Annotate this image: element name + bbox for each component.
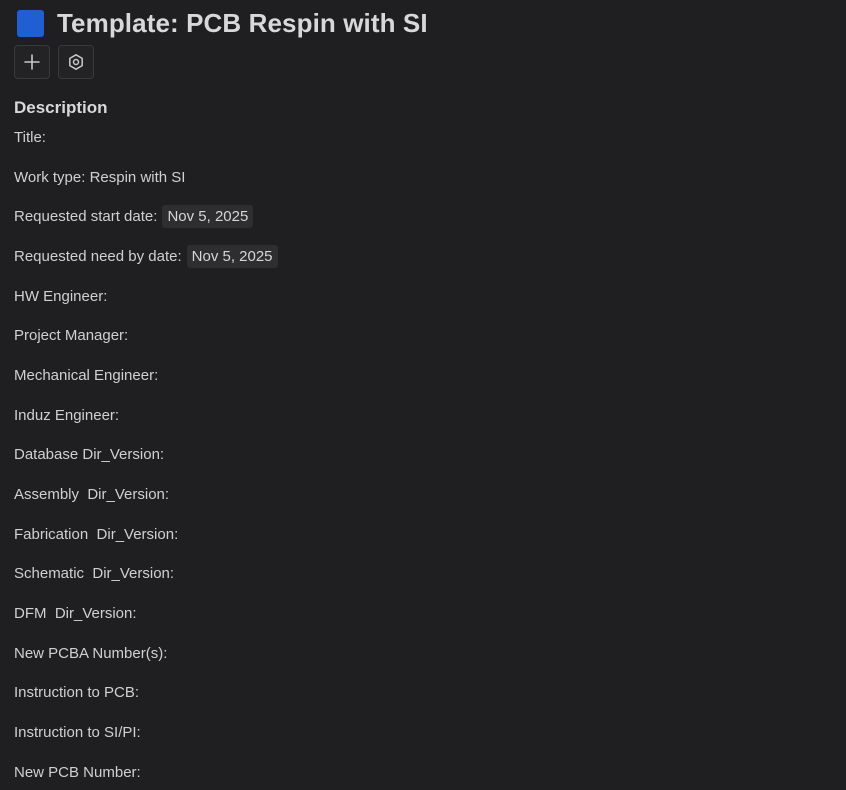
description-field-row: Assembly Dir_Version: (14, 485, 814, 525)
settings-button[interactable] (58, 45, 94, 79)
description-field-row: New PCB Number: (14, 763, 814, 790)
settings-icon (69, 54, 83, 70)
description-field-row: Database Dir_Version: (14, 445, 814, 485)
date-chip[interactable]: Nov 5, 2025 (162, 205, 254, 229)
description-field-row: Mechanical Engineer: (14, 366, 814, 406)
description-field-row: DFM Dir_Version: (14, 604, 814, 644)
description-field-row: Work type: Respin with SI (14, 168, 814, 208)
template-page: Template: PCB Respin with SI Description… (0, 0, 846, 790)
field-label: Work type: Respin with SI (14, 168, 186, 186)
description-field-row: Title: (14, 128, 814, 168)
description-field-row: Instruction to PCB: (14, 683, 814, 723)
issue-type-icon (17, 9, 44, 37)
description-field-row: New PCBA Number(s): (14, 644, 814, 684)
description-field-row: Fabrication Dir_Version: (14, 525, 814, 565)
description-field-row: Requested need by date: Nov 5, 2025 (14, 244, 814, 287)
description-body[interactable]: Title: Work type: Respin with SI Requested… (14, 128, 814, 790)
field-label: Assembly Dir_Version: (14, 485, 170, 503)
field-label: Database Dir_Version: (14, 446, 165, 464)
field-label: Mechanical Engineer: (14, 366, 159, 384)
field-label: Instruction to PCB: (14, 684, 140, 702)
field-label: Fabrication Dir_Version: (14, 525, 179, 543)
field-label: Requested start date: (14, 208, 158, 226)
field-label: New PCBA Number(s): (14, 644, 168, 662)
field-label: Requested need by date: (14, 247, 182, 265)
date-chip[interactable]: Nov 5, 2025 (186, 244, 278, 268)
plus-icon (24, 54, 40, 70)
field-label: New PCB Number: (14, 763, 141, 781)
field-label: Induz Engineer: (14, 406, 120, 424)
field-label: Project Manager: (14, 327, 129, 345)
field-label: Title: (14, 129, 46, 146)
description-field-row: Requested start date: Nov 5, 2025 (14, 205, 814, 247)
add-button[interactable] (14, 45, 50, 79)
page-title[interactable]: Template: PCB Respin with SI (57, 8, 428, 39)
field-label: HW Engineer: (14, 287, 108, 305)
description-field-row: Induz Engineer: (14, 406, 814, 446)
description-field-row: Schematic Dir_Version: (14, 564, 814, 604)
description-field-row: Instruction to SI/PI: (14, 723, 814, 763)
field-label: DFM Dir_Version: (14, 604, 137, 622)
description-heading: Description (14, 98, 108, 117)
description-field-row: Project Manager: (14, 326, 814, 366)
description-field-row: HW Engineer: (14, 287, 814, 327)
field-label: Instruction to SI/PI: (14, 723, 141, 741)
toolbar (14, 45, 94, 79)
field-label: Schematic Dir_Version: (14, 565, 175, 583)
title-bar: Template: PCB Respin with SI (14, 6, 428, 40)
